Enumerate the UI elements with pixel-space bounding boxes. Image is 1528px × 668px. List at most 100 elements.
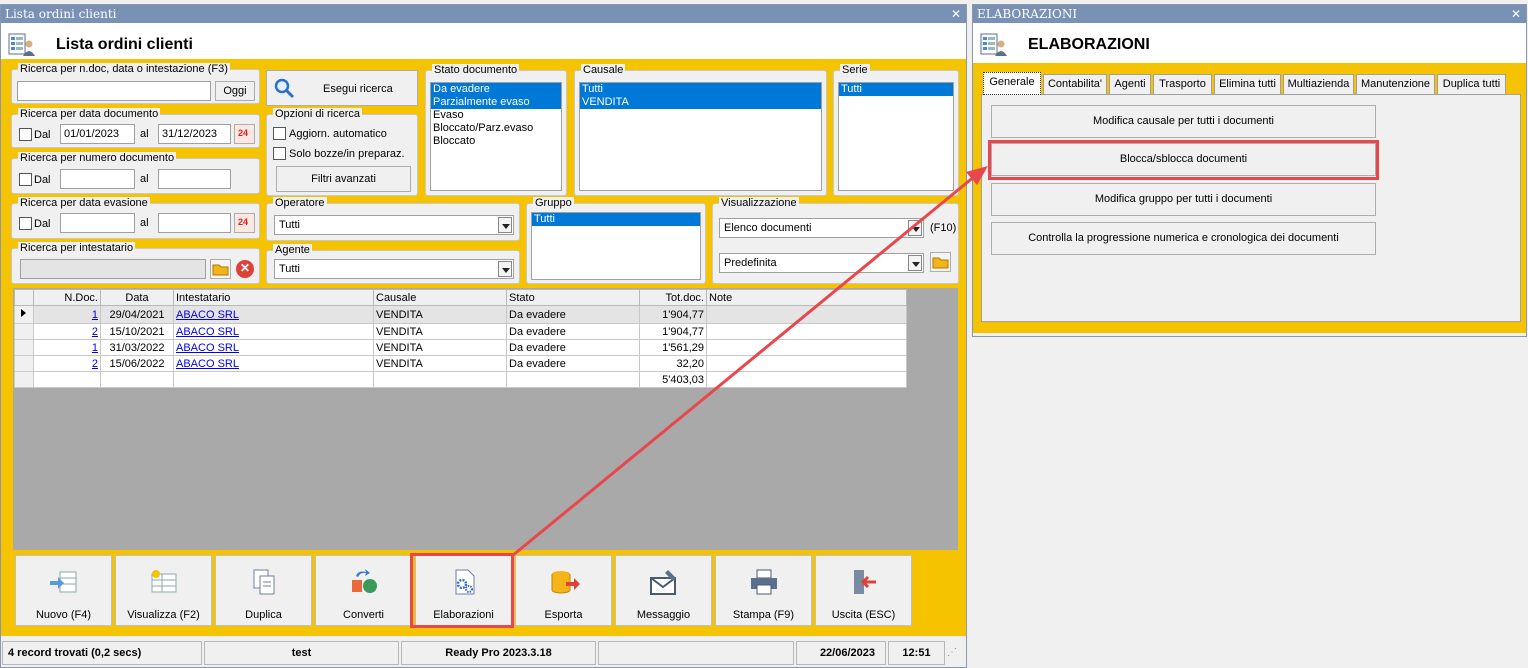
resize-grip-icon[interactable]: ⋰ [947,647,961,661]
list-item[interactable]: Bloccato [431,135,561,148]
gruppo-label: Gruppo [533,197,574,210]
view-button[interactable]: Visualizza (F2) [115,555,212,626]
view-mode-select[interactable]: Elenco documenti [719,218,924,238]
list-item[interactable]: Parzialmente evaso [431,96,561,109]
num-from-input[interactable] [60,169,135,189]
list-item[interactable]: Bloccato/Parz.evaso [431,122,561,135]
chevron-down-icon[interactable] [498,261,512,277]
check-progression-button[interactable]: Controlla la progressione numerica e cro… [991,222,1376,255]
doc-status-listbox[interactable]: Da evadere Parzialmente evaso Evaso Bloccat… [430,82,562,191]
list-item[interactable]: Tutti [580,83,821,96]
chevron-down-icon[interactable] [908,255,922,271]
duplicate-button[interactable]: Duplica [215,555,312,626]
eva-dal-label: Dal [34,218,51,230]
auto-update-checkbox[interactable] [273,127,286,140]
tab-generale[interactable]: Generale [983,72,1041,95]
calendar-icon[interactable]: 24 [234,124,255,144]
intestatario-link[interactable]: ABACO SRL [176,309,239,321]
col-ndoc[interactable]: N.Doc. [33,289,101,306]
chevron-down-icon[interactable] [498,217,512,233]
tab-agenti[interactable]: Agenti [1109,74,1151,94]
list-item[interactable]: VENDITA [580,96,821,109]
new-button[interactable]: Nuovo (F4) [15,555,112,626]
eva-from-input[interactable] [60,213,135,233]
convert-button[interactable]: Converti [315,555,412,626]
tab-elimina-tutti[interactable]: Elimina tutti [1214,74,1281,94]
row-indicator [14,355,34,372]
intestatario-input[interactable] [20,259,206,279]
exit-button[interactable]: Uscita (ESC) [815,555,912,626]
print-button[interactable]: Stampa (F9) [715,555,812,626]
col-intestatario[interactable]: Intestatario [173,289,374,306]
auto-update-label: Aggiorn. automatico [289,128,387,140]
intestatario-link[interactable]: ABACO SRL [176,342,239,354]
intestatario-link[interactable]: ABACO SRL [176,326,239,338]
oggi-button[interactable]: Oggi [215,81,255,101]
causale-listbox[interactable]: Tutti VENDITA [579,82,822,191]
ndoc-link[interactable]: 1 [92,342,98,354]
list-item[interactable]: Evaso [431,109,561,122]
list-item[interactable]: Tutti [532,213,700,226]
table-row[interactable]: 1 31/03/2022 ABACO SRL VENDITA Da evader… [14,339,907,356]
ndoc-link[interactable]: 2 [92,326,98,338]
table-row[interactable]: 2 15/06/2022 ABACO SRL VENDITA Da evader… [14,355,907,372]
list-item[interactable]: Tutti [839,83,953,96]
row-stato: Da evadere [506,305,640,324]
tab-trasporto[interactable]: Trasporto [1153,74,1212,94]
export-button[interactable]: Esporta [515,555,612,626]
operatore-label: Operatore [273,197,327,210]
serie-listbox[interactable]: Tutti [838,82,954,191]
gruppo-listbox[interactable]: Tutti [531,212,701,280]
tab-duplica-tutti[interactable]: Duplica tutti [1437,74,1506,94]
num-dal-checkbox[interactable] [19,173,32,186]
search-ndoc-input[interactable] [17,81,211,101]
row-note [706,355,907,372]
status-user: test [204,641,399,665]
agente-select[interactable]: Tutti [274,259,514,279]
table-row[interactable]: 2 15/10/2021 ABACO SRL VENDITA Da evader… [14,323,907,340]
date-to-input[interactable]: 31/12/2023 [158,124,231,144]
search-date-doc-group: Ricerca per data documento Dal 01/01/202… [11,108,260,148]
chevron-down-icon[interactable] [908,220,922,236]
search-button[interactable]: Esegui ricerca [266,70,418,106]
advanced-filters-button[interactable]: Filtri avanzati [276,166,411,192]
message-button[interactable]: Messaggio [615,555,712,626]
document-list-icon [8,33,35,56]
calendar-icon[interactable]: 24 [234,213,255,233]
col-data[interactable]: Data [100,289,174,306]
col-tot[interactable]: Tot.doc. [639,289,707,306]
row-date: 29/04/2021 [100,305,174,324]
search-number-label: Ricerca per numero documento [18,152,177,165]
view-preset-select[interactable]: Predefinita [719,253,924,273]
modify-group-button[interactable]: Modifica gruppo per tutti i documenti [991,183,1376,216]
dal-checkbox[interactable] [19,128,32,141]
close-icon[interactable]: ✕ [951,5,961,23]
ndoc-link[interactable]: 2 [92,358,98,370]
drafts-only-checkbox[interactable] [273,147,286,160]
tab-manutenzione[interactable]: Manutenzione [1356,74,1435,94]
tab-multiazienda[interactable]: Multiazienda [1283,74,1354,94]
folder-icon[interactable] [930,252,951,272]
table-view-icon [151,570,177,593]
eva-to-input[interactable] [158,213,231,233]
causale-label: Causale [581,64,626,77]
folder-icon[interactable] [210,259,231,279]
eva-al-label: al [140,217,149,229]
col-stato[interactable]: Stato [506,289,640,306]
num-to-input[interactable] [158,169,231,189]
col-note[interactable]: Note [706,289,907,306]
eva-dal-checkbox[interactable] [19,217,32,230]
intestatario-link[interactable]: ABACO SRL [176,358,239,370]
modify-causale-button[interactable]: Modifica causale per tutti i documenti [991,105,1376,138]
tab-contabilita[interactable]: Contabilita' [1043,74,1107,94]
list-item[interactable]: Da evadere [431,83,561,96]
elaborazioni-highlight [410,553,514,628]
agente-group: Agente Tutti [266,244,520,284]
table-row[interactable]: 1 29/04/2021 ABACO SRL VENDITA Da evader… [14,305,907,324]
ndoc-link[interactable]: 1 [92,309,98,321]
close-icon[interactable]: ✕ [1511,5,1521,23]
clear-icon[interactable]: ✕ [236,260,254,278]
col-causale[interactable]: Causale [373,289,507,306]
date-from-input[interactable]: 01/01/2023 [60,124,135,144]
operatore-select[interactable]: Tutti [274,215,514,235]
